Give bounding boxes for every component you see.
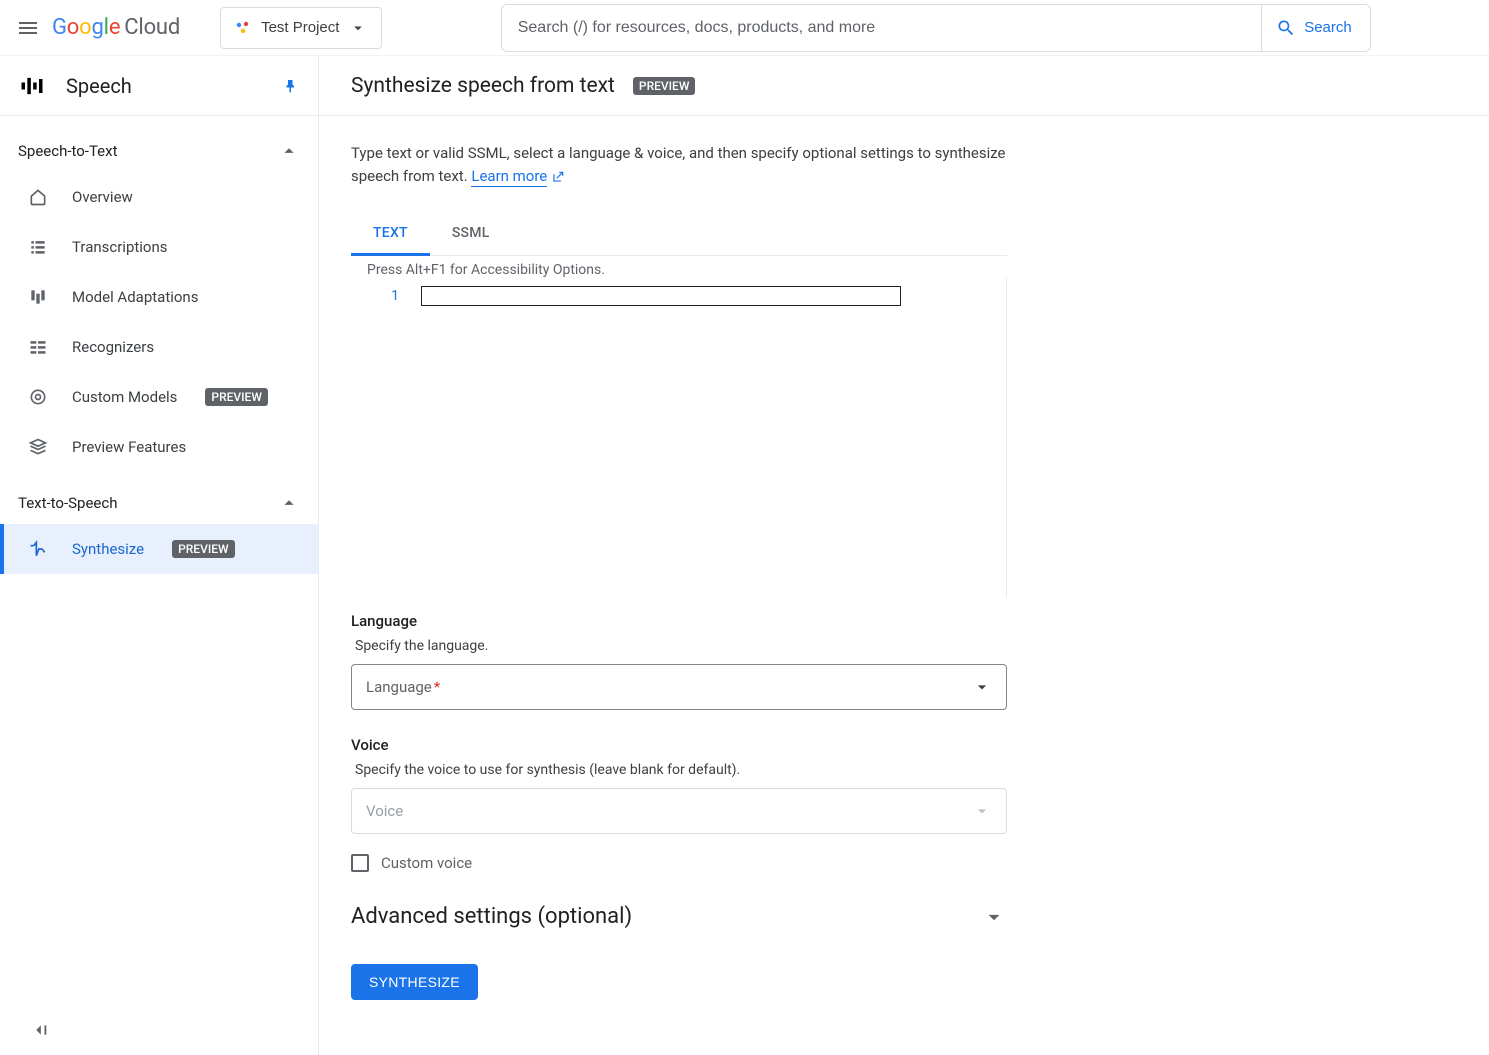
chevron-up-icon: [278, 140, 300, 162]
collapse-icon: [28, 1019, 50, 1041]
caret-down-icon: [349, 19, 367, 37]
main-panel: Synthesize speech from text PREVIEW Type…: [319, 56, 1489, 1055]
google-cloud-logo[interactable]: Google Cloud: [52, 15, 180, 40]
main-header: Synthesize speech from text PREVIEW: [319, 56, 1489, 116]
global-search: Search: [501, 4, 1371, 52]
grid-icon: [28, 337, 48, 357]
preview-badge: PREVIEW: [172, 540, 234, 558]
editor-gutter: 1: [351, 278, 421, 598]
voice-help: Specify the voice to use for synthesis (…: [355, 762, 1007, 778]
nav-item-label: Model Adaptations: [72, 288, 198, 306]
project-picker[interactable]: Test Project: [220, 7, 382, 49]
chevron-up-icon: [278, 492, 300, 514]
nav-item-label: Preview Features: [72, 438, 186, 456]
top-header: Google Cloud Test Project Search: [0, 0, 1489, 56]
custom-voice-checkbox[interactable]: [351, 854, 369, 872]
page-title: Synthesize speech from text: [351, 74, 615, 98]
select-placeholder: Language: [366, 678, 432, 696]
voice-select[interactable]: Voice: [351, 788, 1007, 834]
language-heading: Language: [351, 612, 1007, 630]
input-mode-tabs: TEXT SSML: [351, 213, 1007, 256]
custom-voice-label: Custom voice: [381, 854, 472, 872]
pin-button[interactable]: [282, 77, 300, 95]
external-link-icon: [551, 170, 565, 184]
sidebar-product-header: Speech: [0, 56, 318, 116]
nav-item-label: Recognizers: [72, 338, 154, 356]
nav-group-label: Speech-to-Text: [18, 142, 118, 160]
tab-ssml[interactable]: SSML: [430, 213, 512, 255]
editor-content[interactable]: [421, 278, 1006, 598]
nav-menu-button[interactable]: [16, 16, 40, 40]
nav-item-label: Overview: [72, 188, 133, 206]
select-placeholder: Voice: [366, 802, 403, 820]
synthesize-button[interactable]: SYNTHESIZE: [351, 964, 478, 1000]
nav-group-speech-to-text[interactable]: Speech-to-Text: [0, 130, 318, 172]
editor-cursor-line: [421, 286, 901, 306]
nav-item-transcriptions[interactable]: Transcriptions: [0, 222, 318, 272]
ai-icon: [28, 387, 48, 407]
voice-heading: Voice: [351, 736, 1007, 754]
list-icon: [28, 237, 48, 257]
nav-item-overview[interactable]: Overview: [0, 172, 318, 222]
nav-group-text-to-speech[interactable]: Text-to-Speech: [0, 482, 318, 524]
sidebar-product-title: Speech: [66, 74, 262, 98]
stack-icon: [28, 437, 48, 457]
advanced-settings-title: Advanced settings (optional): [351, 904, 981, 929]
nav-item-label: Transcriptions: [72, 238, 168, 256]
page-description: Type text or valid SSML, select a langua…: [351, 142, 1007, 189]
project-name: Test Project: [261, 19, 339, 36]
search-button-label: Search: [1304, 19, 1352, 36]
caret-down-icon: [972, 801, 992, 821]
nav-item-label: Custom Models: [72, 388, 177, 406]
nav-item-custom-models[interactable]: Custom Models PREVIEW: [0, 372, 318, 422]
language-select[interactable]: Language*: [351, 664, 1007, 710]
line-number: 1: [391, 288, 399, 304]
tab-text[interactable]: TEXT: [351, 213, 430, 256]
learn-more-link[interactable]: Learn more: [471, 167, 547, 187]
pin-icon: [282, 77, 300, 95]
editor-accessibility-hint: Press Alt+F1 for Accessibility Options.: [351, 256, 1007, 278]
nav-item-label: Synthesize: [72, 540, 144, 558]
sidebar: Speech Speech-to-Text Overview Transcrip…: [0, 56, 319, 1055]
tune-icon: [28, 287, 48, 307]
language-help: Specify the language.: [355, 638, 1007, 654]
wave-icon: [28, 539, 48, 559]
custom-voice-row: Custom voice: [351, 854, 1007, 872]
project-icon: [235, 20, 251, 36]
collapse-sidebar-button[interactable]: [28, 1019, 50, 1041]
caret-down-icon: [972, 677, 992, 697]
sidebar-nav: Speech-to-Text Overview Transcriptions M…: [0, 116, 318, 588]
nav-group-label: Text-to-Speech: [18, 494, 118, 512]
nav-item-synthesize[interactable]: Synthesize PREVIEW: [0, 524, 318, 574]
nav-item-recognizers[interactable]: Recognizers: [0, 322, 318, 372]
chevron-down-icon: [981, 904, 1007, 930]
preview-badge: PREVIEW: [633, 77, 695, 95]
advanced-settings-toggle[interactable]: Advanced settings (optional): [351, 904, 1007, 930]
search-input[interactable]: [502, 19, 1261, 37]
preview-badge: PREVIEW: [205, 388, 267, 406]
hamburger-icon: [16, 16, 40, 40]
search-icon: [1276, 18, 1296, 38]
speech-product-icon: [18, 72, 46, 100]
text-editor[interactable]: 1: [351, 278, 1007, 598]
nav-item-preview-features[interactable]: Preview Features: [0, 422, 318, 472]
nav-item-model-adaptations[interactable]: Model Adaptations: [0, 272, 318, 322]
search-button[interactable]: Search: [1261, 5, 1370, 51]
home-icon: [28, 187, 48, 207]
